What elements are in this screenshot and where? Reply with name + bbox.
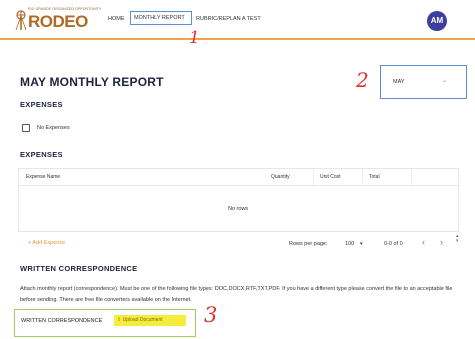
nav-monthly-report[interactable]: MONTHLY REPORT bbox=[130, 11, 192, 25]
table-header-rule bbox=[19, 185, 458, 186]
nav-monthly-report-label: MONTHLY REPORT bbox=[134, 15, 185, 21]
rows-per-page-select[interactable]: 100 bbox=[345, 241, 354, 247]
month-select[interactable]: MAY ⌄ bbox=[380, 65, 467, 99]
user-avatar[interactable]: AM bbox=[427, 11, 447, 31]
logo-wordmark: RODEO bbox=[28, 12, 88, 31]
col-expense-name[interactable]: Expense Name bbox=[26, 174, 60, 180]
upload-document-button[interactable]: ⇪ Upload Document bbox=[114, 315, 186, 326]
correspondence-instructions: Attach monthly report (correspondence). … bbox=[20, 286, 453, 303]
no-expenses-checkbox[interactable] bbox=[22, 124, 30, 132]
col-unit-cost[interactable]: Unit Cost bbox=[320, 174, 341, 180]
nav-rubric[interactable]: RUBRIC/REPLAN A TEST bbox=[196, 16, 261, 22]
chevron-down-icon: ▾ bbox=[360, 241, 363, 247]
nav-home[interactable]: HOME bbox=[108, 16, 125, 22]
expenses-heading: EXPENSES bbox=[20, 100, 63, 109]
correspondence-heading: WRITTEN CORRESPONDENCE bbox=[20, 264, 138, 273]
upload-label: WRITTEN CORRESPONDENCE bbox=[21, 318, 103, 324]
windmill-icon bbox=[15, 10, 27, 30]
col-divider bbox=[411, 169, 412, 185]
annotation-3: 3 bbox=[204, 303, 218, 327]
chevron-down-icon: ⌄ bbox=[442, 78, 448, 84]
annotation-2: 2 bbox=[356, 68, 369, 92]
col-divider bbox=[362, 169, 363, 185]
page-title: MAY MONTHLY REPORT bbox=[20, 75, 164, 89]
annotation-1: 1 bbox=[189, 28, 200, 48]
col-divider bbox=[313, 169, 314, 185]
rodeo-logo[interactable]: RIO GRANDE ORGANIZED OPPORTUNITY RODEO bbox=[14, 7, 101, 33]
next-page-icon[interactable]: › bbox=[440, 237, 443, 247]
expenses-table-heading: EXPENSES bbox=[20, 150, 63, 159]
pagination-range: 0-0 of 0 bbox=[384, 241, 403, 247]
no-expenses-label: No Expenses bbox=[37, 125, 70, 131]
expenses-table bbox=[18, 168, 459, 232]
logo-tagline: RIO GRANDE ORGANIZED OPPORTUNITY bbox=[28, 7, 102, 11]
month-select-value: MAY bbox=[393, 79, 405, 85]
add-expense-button[interactable]: + Add Expense bbox=[28, 240, 65, 246]
header-divider bbox=[0, 38, 475, 40]
upload-button-label: Upload Document bbox=[122, 317, 163, 323]
empty-table-message: No rows bbox=[228, 206, 249, 212]
prev-page-icon[interactable]: ‹ bbox=[422, 237, 425, 247]
rows-per-page-label: Rows per page: bbox=[289, 241, 328, 247]
col-quantity[interactable]: Quantity bbox=[271, 174, 290, 180]
col-total[interactable]: Total bbox=[369, 174, 380, 180]
scroll-arrows-icon[interactable]: ▴ ▾ bbox=[456, 234, 459, 244]
